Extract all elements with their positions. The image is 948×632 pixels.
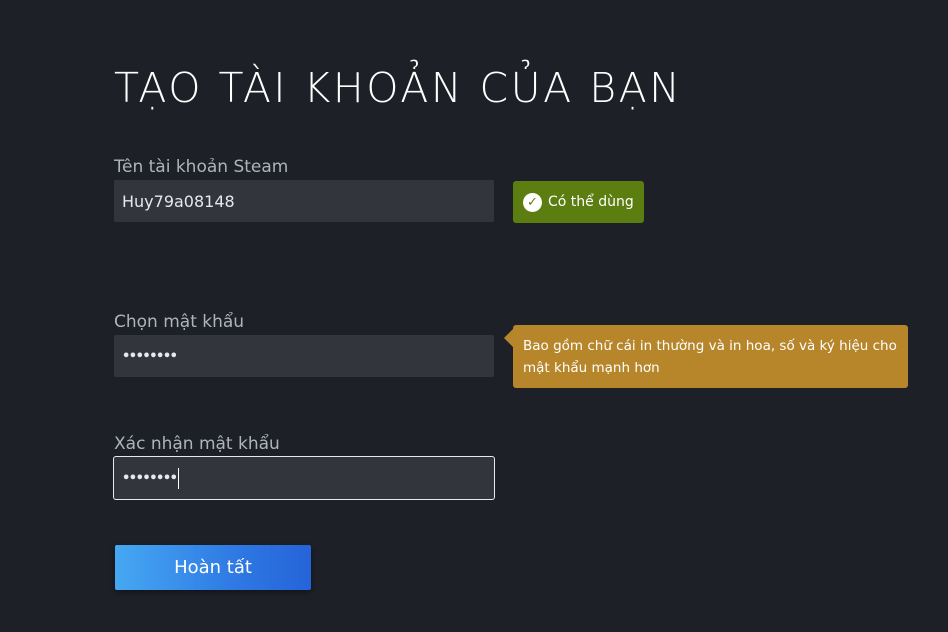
- account-name-value: Huy79a08148: [122, 191, 235, 211]
- password-value: ••••••••: [122, 348, 178, 364]
- confirm-password-value: ••••••••: [122, 470, 178, 486]
- password-hint-text: Bao gồm chữ cái in thường và in hoa, số …: [523, 338, 897, 376]
- confirm-password-input[interactable]: ••••••••: [113, 456, 495, 500]
- create-account-page: TẠO TÀI KHOẢN CỦA BẠN Tên tài khoản Stea…: [0, 0, 948, 632]
- text-caret: [178, 467, 180, 489]
- availability-badge: ✓ Có thể dùng: [513, 181, 644, 223]
- confirm-password-label: Xác nhận mật khẩu: [114, 434, 280, 454]
- check-circle-icon: ✓: [523, 192, 542, 212]
- password-input[interactable]: ••••••••: [114, 335, 494, 377]
- password-strength-tooltip: Bao gồm chữ cái in thường và in hoa, số …: [504, 325, 908, 388]
- account-name-label: Tên tài khoản Steam: [114, 157, 289, 177]
- availability-text: Có thể dùng: [548, 194, 634, 210]
- finish-button[interactable]: Hoàn tất: [115, 545, 311, 590]
- password-label: Chọn mật khẩu: [114, 312, 245, 332]
- account-name-input[interactable]: Huy79a08148: [114, 180, 494, 222]
- page-title: TẠO TÀI KHOẢN CỦA BẠN: [114, 64, 683, 112]
